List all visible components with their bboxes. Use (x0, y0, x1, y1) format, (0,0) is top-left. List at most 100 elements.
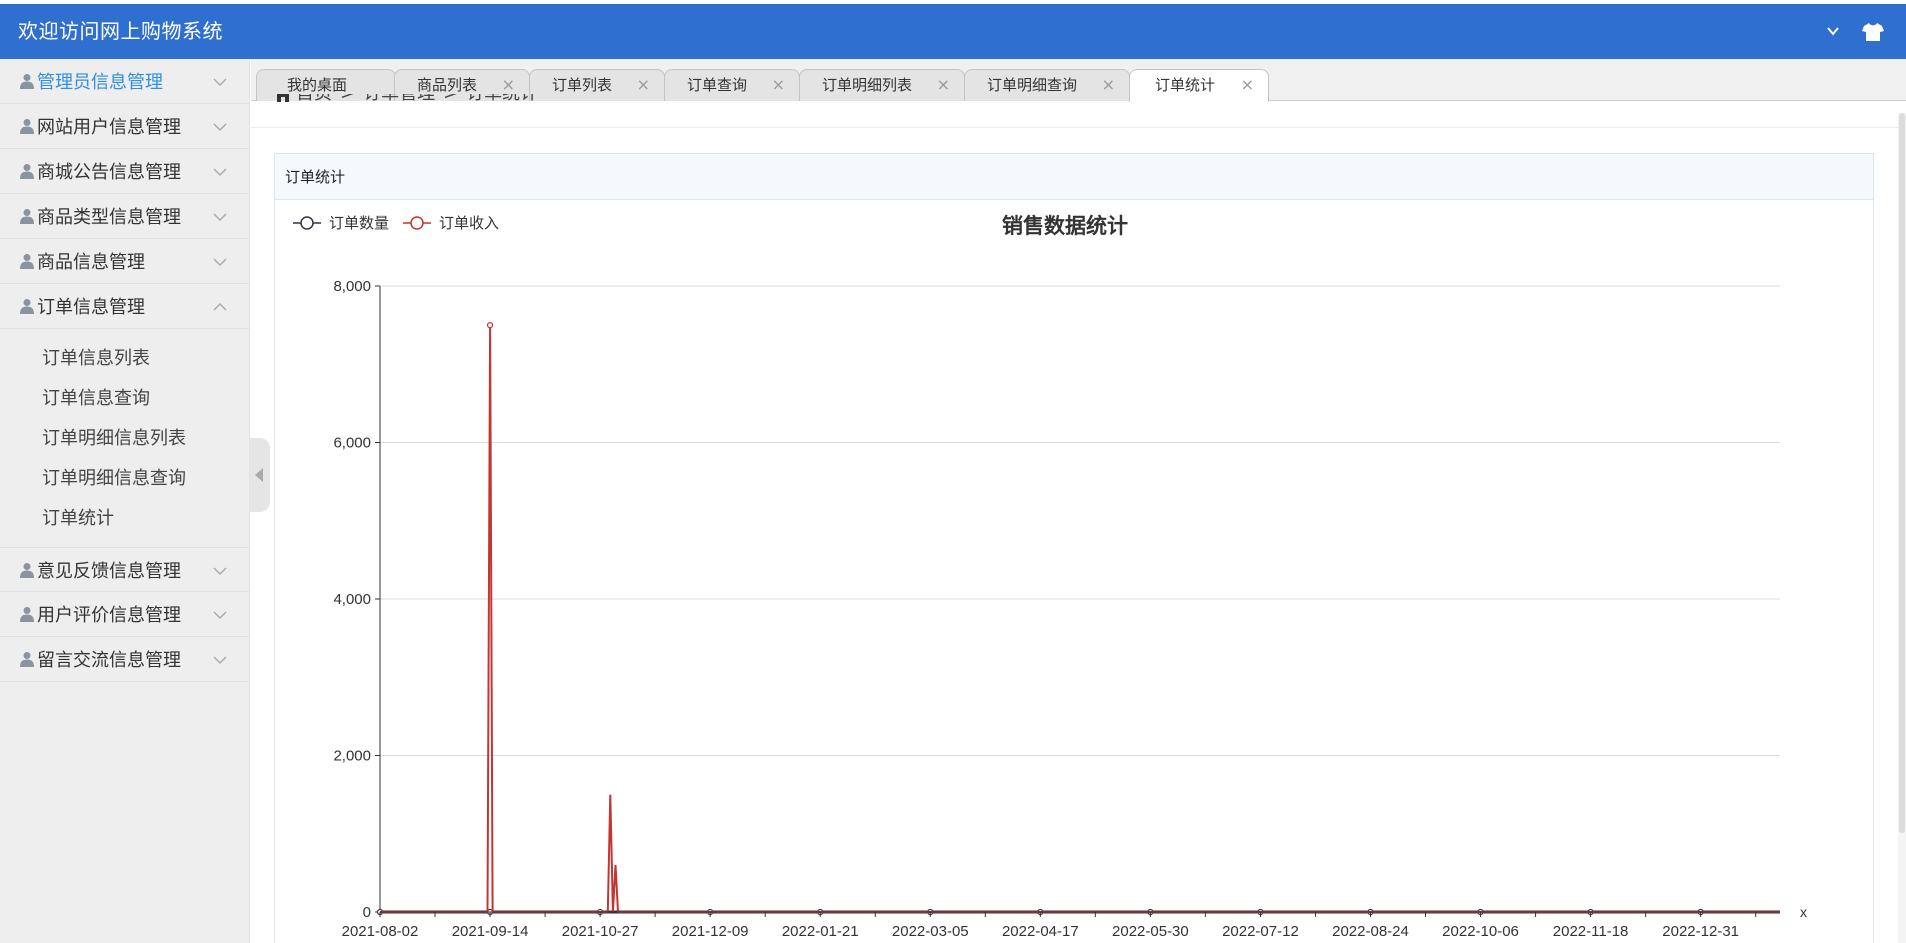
sidebar-item-product-types[interactable]: 商品类型信息管理 (0, 194, 249, 239)
x-tick-label: 2021-10-27 (562, 923, 639, 940)
breadcrumb-separator: > (443, 94, 458, 104)
chevron-down-icon (213, 611, 227, 620)
submenu-item-order-detail-list[interactable]: 订单明细信息列表 (0, 419, 249, 459)
breadcrumb-home[interactable]: 首页 (296, 94, 332, 104)
chevron-down-icon (213, 78, 227, 87)
chart-title: 销售数据统计 (1002, 214, 1128, 238)
sidebar-item-label: 网站用户信息管理 (37, 117, 181, 138)
sidebar-item-orders[interactable]: 订单信息管理 (0, 284, 249, 329)
content-divider (251, 127, 1906, 128)
submenu-item-order-list[interactable]: 订单信息列表 (0, 339, 249, 379)
breadcrumb-section[interactable]: 订单管理 (363, 94, 435, 104)
close-icon[interactable]: × (772, 70, 785, 100)
y-tick-label: 2,000 (333, 748, 371, 765)
sidebar-item-label: 意见反馈信息管理 (37, 560, 181, 582)
sidebar-item-label: 留言交流信息管理 (37, 650, 181, 671)
caret-left-icon (255, 468, 263, 482)
sidebar-item-products[interactable]: 商品信息管理 (0, 239, 249, 284)
x-tick-label: 2021-09-14 (452, 923, 529, 940)
legend-marker (410, 216, 424, 230)
tab-label: 订单查询 (687, 76, 748, 94)
home-icon (274, 94, 292, 102)
order-stats-panel: 订单统计 销售数据统计 0 2,000 4,000 6,000 8,000 x 2021-08… (274, 153, 1874, 943)
user-icon (20, 209, 34, 224)
chevron-down-icon (213, 168, 227, 177)
breadcrumb-current: 订单统计 (466, 94, 538, 104)
data-point (486, 322, 494, 329)
tab-order-detail-query[interactable]: 订单明细查询 × (964, 69, 1130, 101)
chevron-down-icon[interactable] (1826, 24, 1840, 38)
user-icon (20, 607, 34, 622)
x-tick-label: 2022-03-05 (892, 923, 969, 940)
app-title: 欢迎访问网上购物系统 (18, 19, 223, 43)
y-tick-label: 4,000 (333, 591, 371, 608)
chevron-down-icon (213, 123, 227, 132)
x-tick-label: 2021-08-02 (342, 923, 419, 940)
page-scrollbar[interactable] (1898, 113, 1906, 943)
x-tick-label: 2021-12-09 (672, 923, 749, 940)
sidebar-item-label: 订单信息管理 (37, 297, 145, 318)
sidebar-item-label: 商品信息管理 (37, 252, 145, 273)
chevron-down-icon (213, 656, 227, 665)
close-icon[interactable]: × (1102, 70, 1115, 100)
close-icon[interactable]: × (937, 70, 950, 100)
user-icon (20, 164, 34, 179)
sidebar-item-label: 商城公告信息管理 (37, 162, 181, 183)
submenu-item-order-detail-query[interactable]: 订单明细信息查询 (0, 459, 249, 499)
sidebar-item-messages[interactable]: 留言交流信息管理 (0, 637, 249, 682)
user-icon (20, 254, 34, 269)
sales-chart: 销售数据统计 0 2,000 4,000 6,000 8,000 x 2021-08-02 20… (293, 214, 1807, 940)
sidebar-item-label: 商品类型信息管理 (37, 207, 181, 228)
x-tick-label: 2022-12-31 (1662, 923, 1739, 940)
y-tick-label: 8,000 (333, 278, 371, 295)
close-icon[interactable]: × (637, 70, 650, 100)
tab-order-query[interactable]: 订单查询 × (664, 69, 800, 101)
sidebar-collapse-handle[interactable] (250, 438, 270, 512)
submenu-item-order-query[interactable]: 订单信息查询 (0, 379, 249, 419)
tab-label: 订单明细列表 (822, 76, 913, 94)
y-tick-label: 6,000 (333, 435, 371, 452)
legend-label: 订单数量 (329, 215, 389, 232)
chevron-down-icon (213, 258, 227, 267)
chevron-down-icon (213, 213, 227, 222)
y-tick-label: 0 (363, 904, 371, 921)
chevron-down-icon (213, 567, 227, 576)
sidebar-item-admin-info[interactable]: 管理员信息管理 (0, 59, 249, 104)
x-tick-label: 2022-05-30 (1112, 923, 1189, 940)
x-tick-label: 2022-10-06 (1442, 923, 1519, 940)
tab-label: 订单明细查询 (987, 76, 1078, 94)
scrollbar-thumb[interactable] (1899, 113, 1905, 833)
user-icon (20, 74, 34, 89)
top-header: 欢迎访问网上购物系统 (0, 4, 1906, 59)
sidebar-item-site-users[interactable]: 网站用户信息管理 (0, 104, 249, 149)
sidebar-item-announcements[interactable]: 商城公告信息管理 (0, 149, 249, 194)
breadcrumb-separator: > (340, 94, 355, 104)
close-icon[interactable]: × (1241, 70, 1254, 100)
chevron-up-icon (213, 302, 227, 311)
sidebar-item-feedback[interactable]: 意见反馈信息管理 (0, 547, 249, 592)
tab-label: 订单列表 (552, 76, 613, 94)
tab-order-detail-list[interactable]: 订单明细列表 × (799, 69, 965, 101)
submenu-item-order-stats[interactable]: 订单统计 (0, 499, 249, 539)
legend-label: 订单收入 (439, 215, 499, 232)
tab-order-list[interactable]: 订单列表 × (529, 69, 665, 101)
tab-order-stats[interactable]: 订单统计 × (1129, 69, 1269, 102)
orders-submenu: 订单信息列表 订单信息查询 订单明细信息列表 订单明细信息查询 订单统计 (0, 329, 249, 547)
x-tick-label: 2022-08-24 (1332, 923, 1409, 940)
x-axis-label: x (1800, 904, 1807, 920)
x-tick-label: 2022-01-21 (782, 923, 859, 940)
user-icon (20, 299, 34, 314)
sidebar-item-label: 用户评价信息管理 (37, 605, 181, 626)
x-tick-label: 2022-07-12 (1222, 923, 1299, 940)
user-icon (20, 562, 34, 578)
sidebar-item-label: 管理员信息管理 (37, 72, 163, 93)
sidebar: 管理员信息管理 网站用户信息管理 商城公告信息管理 商品类型信息管理 商品信息管… (0, 59, 250, 943)
user-icon (20, 652, 34, 667)
x-tick-label: 2022-04-17 (1002, 923, 1079, 940)
tshirt-icon[interactable] (1862, 22, 1884, 42)
tab-label: 订单统计 (1155, 76, 1216, 94)
legend-marker (300, 216, 314, 230)
user-icon (20, 119, 34, 134)
series-line (380, 325, 1780, 913)
sidebar-item-reviews[interactable]: 用户评价信息管理 (0, 592, 249, 637)
